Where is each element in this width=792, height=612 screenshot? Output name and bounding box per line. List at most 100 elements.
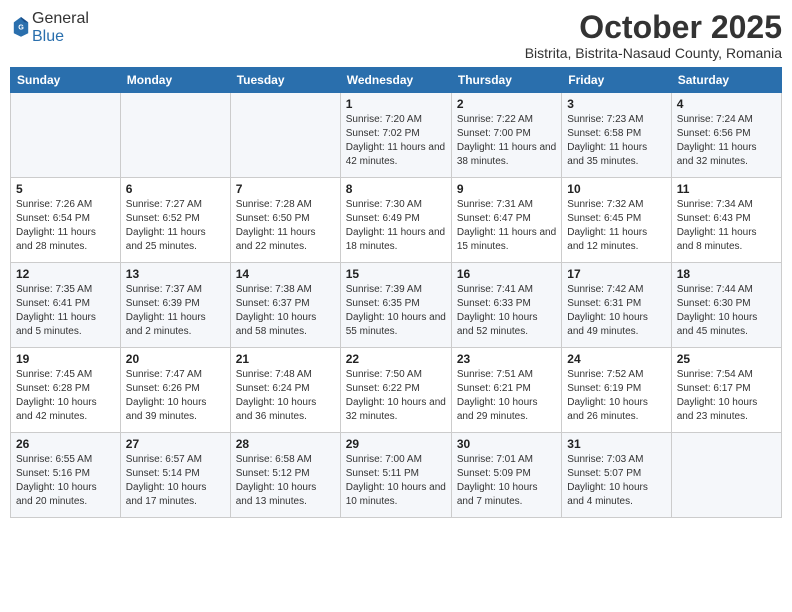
day-detail: Sunrise: 7:50 AM Sunset: 6:22 PM Dayligh…: [346, 368, 446, 424]
week-row-1: 1Sunrise: 7:20 AM Sunset: 7:02 PM Daylig…: [11, 93, 782, 178]
weekday-header-tuesday: Tuesday: [230, 68, 340, 93]
day-detail: Sunrise: 7:45 AM Sunset: 6:28 PM Dayligh…: [16, 368, 115, 424]
day-detail: Sunrise: 7:03 AM Sunset: 5:07 PM Dayligh…: [567, 453, 665, 509]
day-number: 18: [677, 267, 776, 281]
day-number: 27: [126, 437, 225, 451]
day-cell-12: 12 Sunrise: 7:35 AM Sunset: 6:41 PM Dayli…: [11, 263, 121, 348]
empty-cell: [671, 433, 781, 518]
weekday-header-wednesday: Wednesday: [340, 68, 451, 93]
day-cell-13: 13 Sunrise: 7:37 AM Sunset: 6:39 PM Dayli…: [120, 263, 230, 348]
day-number: 29: [346, 437, 446, 451]
day-cell-22: 22 Sunrise: 7:50 AM Sunset: 6:22 PM Dayli…: [340, 348, 451, 433]
day-number: 20: [126, 352, 225, 366]
logo-text: General Blue: [32, 10, 89, 46]
day-number: 24: [567, 352, 665, 366]
day-number: 6: [126, 182, 225, 196]
day-detail: Sunrise: 7:52 AM Sunset: 6:19 PM Dayligh…: [567, 368, 665, 424]
day-cell-29: 29Sunrise: 7:00 AM Sunset: 5:11 PM Dayli…: [340, 433, 451, 518]
day-cell-18: 18 Sunrise: 7:44 AM Sunset: 6:30 PM Dayli…: [671, 263, 781, 348]
day-number: 21: [236, 352, 335, 366]
day-number: 12: [16, 267, 115, 281]
day-number: 25: [677, 352, 776, 366]
day-detail: Sunrise: 7:26 AM Sunset: 6:54 PM Dayligh…: [16, 198, 115, 254]
day-cell-14: 14 Sunrise: 7:38 AM Sunset: 6:37 PM Dayli…: [230, 263, 340, 348]
day-cell-4: 4 Sunrise: 7:24 AM Sunset: 6:56 PM Daylig…: [671, 93, 781, 178]
day-detail: Sunrise: 7:51 AM Sunset: 6:21 PM Dayligh…: [457, 368, 556, 424]
week-row-5: 26Sunrise: 6:55 AM Sunset: 5:16 PM Dayli…: [11, 433, 782, 518]
weekday-header-sunday: Sunday: [11, 68, 121, 93]
day-cell-6: 6Sunrise: 7:27 AM Sunset: 6:52 PM Daylig…: [120, 178, 230, 263]
day-cell-3: 3 Sunrise: 7:23 AM Sunset: 6:58 PM Daylig…: [562, 93, 671, 178]
day-number: 11: [677, 182, 776, 196]
day-detail: Sunrise: 7:28 AM Sunset: 6:50 PM Dayligh…: [236, 198, 335, 254]
day-cell-28: 28Sunrise: 6:58 AM Sunset: 5:12 PM Dayli…: [230, 433, 340, 518]
day-number: 31: [567, 437, 665, 451]
day-detail: Sunrise: 6:57 AM Sunset: 5:14 PM Dayligh…: [126, 453, 225, 509]
day-detail: Sunrise: 7:48 AM Sunset: 6:24 PM Dayligh…: [236, 368, 335, 424]
weekday-header-row: SundayMondayTuesdayWednesdayThursdayFrid…: [11, 68, 782, 93]
weekday-header-monday: Monday: [120, 68, 230, 93]
day-cell-9: 9 Sunrise: 7:31 AM Sunset: 6:47 PM Daylig…: [451, 178, 561, 263]
day-detail: Sunrise: 7:32 AM Sunset: 6:45 PM Dayligh…: [567, 198, 665, 254]
day-detail: Sunrise: 7:54 AM Sunset: 6:17 PM Dayligh…: [677, 368, 776, 424]
day-detail: Sunrise: 7:44 AM Sunset: 6:30 PM Dayligh…: [677, 283, 776, 339]
day-detail: Sunrise: 7:31 AM Sunset: 6:47 PM Dayligh…: [457, 198, 556, 254]
page-header: G General Blue October 2025 Bistrita, Bi…: [10, 10, 782, 61]
day-detail: Sunrise: 7:01 AM Sunset: 5:09 PM Dayligh…: [457, 453, 556, 509]
logo-general-text: General: [32, 10, 89, 27]
day-number: 16: [457, 267, 556, 281]
day-number: 17: [567, 267, 665, 281]
week-row-3: 12 Sunrise: 7:35 AM Sunset: 6:41 PM Dayli…: [11, 263, 782, 348]
day-cell-10: 10 Sunrise: 7:32 AM Sunset: 6:45 PM Dayli…: [562, 178, 671, 263]
day-cell-11: 11 Sunrise: 7:34 AM Sunset: 6:43 PM Dayli…: [671, 178, 781, 263]
day-cell-2: 2 Sunrise: 7:22 AM Sunset: 7:00 PM Daylig…: [451, 93, 561, 178]
day-cell-1: 1Sunrise: 7:20 AM Sunset: 7:02 PM Daylig…: [340, 93, 451, 178]
day-cell-24: 24 Sunrise: 7:52 AM Sunset: 6:19 PM Dayli…: [562, 348, 671, 433]
day-number: 2: [457, 97, 556, 111]
logo-icon: G: [12, 15, 30, 37]
day-detail: Sunrise: 7:22 AM Sunset: 7:00 PM Dayligh…: [457, 113, 556, 169]
day-number: 7: [236, 182, 335, 196]
day-detail: Sunrise: 7:23 AM Sunset: 6:58 PM Dayligh…: [567, 113, 665, 169]
day-number: 8: [346, 182, 446, 196]
day-number: 3: [567, 97, 665, 111]
day-detail: Sunrise: 7:41 AM Sunset: 6:33 PM Dayligh…: [457, 283, 556, 339]
day-cell-26: 26Sunrise: 6:55 AM Sunset: 5:16 PM Dayli…: [11, 433, 121, 518]
day-detail: Sunrise: 7:38 AM Sunset: 6:37 PM Dayligh…: [236, 283, 335, 339]
empty-cell: [120, 93, 230, 178]
weekday-header-friday: Friday: [562, 68, 671, 93]
day-number: 22: [346, 352, 446, 366]
day-detail: Sunrise: 7:39 AM Sunset: 6:35 PM Dayligh…: [346, 283, 446, 339]
day-detail: Sunrise: 6:58 AM Sunset: 5:12 PM Dayligh…: [236, 453, 335, 509]
day-cell-7: 7 Sunrise: 7:28 AM Sunset: 6:50 PM Daylig…: [230, 178, 340, 263]
day-cell-30: 30 Sunrise: 7:01 AM Sunset: 5:09 PM Dayli…: [451, 433, 561, 518]
day-number: 9: [457, 182, 556, 196]
logo-blue-text: Blue: [32, 28, 64, 45]
day-number: 15: [346, 267, 446, 281]
day-detail: Sunrise: 7:37 AM Sunset: 6:39 PM Dayligh…: [126, 283, 225, 339]
day-detail: Sunrise: 7:34 AM Sunset: 6:43 PM Dayligh…: [677, 198, 776, 254]
day-number: 14: [236, 267, 335, 281]
svg-text:G: G: [18, 22, 24, 31]
calendar-subtitle: Bistrita, Bistrita-Nasaud County, Romani…: [525, 45, 782, 61]
day-cell-15: 15 Sunrise: 7:39 AM Sunset: 6:35 PM Dayli…: [340, 263, 451, 348]
day-number: 10: [567, 182, 665, 196]
day-cell-8: 8Sunrise: 7:30 AM Sunset: 6:49 PM Daylig…: [340, 178, 451, 263]
calendar-table: SundayMondayTuesdayWednesdayThursdayFrid…: [10, 67, 782, 518]
day-cell-27: 27 Sunrise: 6:57 AM Sunset: 5:14 PM Dayli…: [120, 433, 230, 518]
day-cell-23: 23Sunrise: 7:51 AM Sunset: 6:21 PM Dayli…: [451, 348, 561, 433]
day-cell-21: 21 Sunrise: 7:48 AM Sunset: 6:24 PM Dayli…: [230, 348, 340, 433]
week-row-4: 19 Sunrise: 7:45 AM Sunset: 6:28 PM Dayli…: [11, 348, 782, 433]
calendar-title: October 2025: [525, 10, 782, 45]
day-cell-19: 19 Sunrise: 7:45 AM Sunset: 6:28 PM Dayli…: [11, 348, 121, 433]
day-detail: Sunrise: 7:24 AM Sunset: 6:56 PM Dayligh…: [677, 113, 776, 169]
title-block: October 2025 Bistrita, Bistrita-Nasaud C…: [525, 10, 782, 61]
day-number: 19: [16, 352, 115, 366]
day-detail: Sunrise: 7:35 AM Sunset: 6:41 PM Dayligh…: [16, 283, 115, 339]
day-number: 4: [677, 97, 776, 111]
empty-cell: [11, 93, 121, 178]
day-number: 30: [457, 437, 556, 451]
day-number: 13: [126, 267, 225, 281]
logo: G General Blue: [10, 10, 89, 46]
empty-cell: [230, 93, 340, 178]
